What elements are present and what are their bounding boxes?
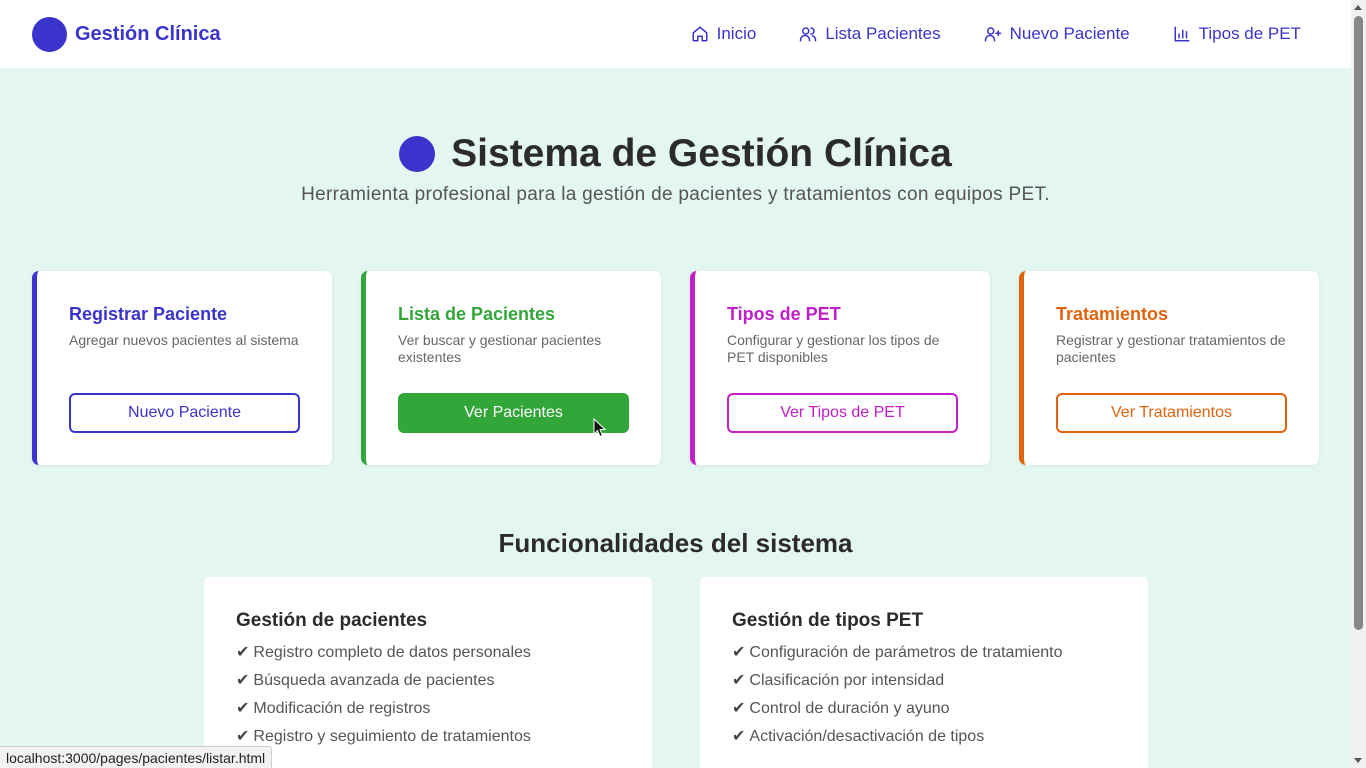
brand-logo-icon	[32, 16, 67, 52]
list-item: ✔ Modificación de registros	[236, 699, 531, 727]
users-icon	[800, 27, 817, 42]
card-tipos-pet: Tipos de PET Configurar y gestionar los …	[690, 271, 990, 465]
card-lista-pacientes: Lista de Pacientes Ver buscar y gestiona…	[361, 271, 661, 465]
card-description: Agregar nuevos pacientes al sistema	[69, 332, 299, 348]
nav-item-label: Lista Pacientes	[825, 24, 941, 43]
card-registrar-paciente: Registrar Paciente Agregar nuevos pacien…	[32, 271, 332, 465]
check-icon: ✔	[732, 728, 746, 745]
check-icon: ✔	[732, 700, 746, 717]
ver-tratamientos-button[interactable]: Ver Tratamientos	[1056, 393, 1287, 433]
card-title: Tratamientos	[1056, 304, 1169, 324]
nav-menu: Inicio Lista Pacientes Nuevo Paciente Ti…	[691, 24, 1319, 44]
scroll-down-icon[interactable]	[1354, 758, 1362, 763]
feature-card-tipos-pet: Gestión de tipos PET ✔ Configuración de p…	[700, 577, 1148, 768]
card-title: Registrar Paciente	[69, 304, 228, 324]
check-icon: ✔	[732, 644, 746, 661]
nav-item-label: Inicio	[716, 24, 757, 43]
feature-list: ✔ Configuración de parámetros de tratamie…	[732, 643, 1062, 755]
nav-item-inicio[interactable]: Inicio	[691, 24, 757, 44]
check-icon: ✔	[732, 672, 746, 689]
card-description: Ver buscar y gestionar pacientes existen…	[398, 332, 602, 365]
list-item-text: Activación/desactivación de tipos	[749, 728, 985, 745]
home-icon	[692, 26, 708, 42]
page-title: Sistema de Gestión Clínica	[451, 132, 952, 175]
list-item: ✔ Registro completo de datos personales	[236, 643, 531, 671]
nuevo-paciente-button[interactable]: Nuevo Paciente	[69, 393, 300, 433]
list-item-text: Búsqueda avanzada de pacientes	[253, 672, 495, 689]
hero-logo-icon	[399, 136, 436, 172]
list-item: ✔ Búsqueda avanzada de pacientes	[236, 671, 531, 699]
check-icon: ✔	[236, 672, 250, 689]
mouse-cursor-icon	[593, 418, 607, 438]
feature-list: ✔ Registro completo de datos personales ✔…	[236, 643, 531, 755]
check-icon: ✔	[236, 644, 250, 661]
card-title: Tipos de PET	[727, 304, 841, 324]
feature-title: Gestión de pacientes	[236, 610, 428, 631]
list-item-text: Configuración de parámetros de tratamien…	[749, 644, 1063, 661]
list-item-text: Registro y seguimiento de tratamientos	[253, 728, 531, 745]
list-item-text: Modificación de registros	[253, 700, 431, 717]
brand-title: Gestión Clínica	[75, 22, 221, 45]
list-item-text: Registro completo de datos personales	[253, 644, 531, 661]
card-title: Lista de Pacientes	[398, 304, 556, 324]
card-description: Configurar y gestionar los tipos de PET …	[727, 332, 940, 365]
user-plus-icon	[984, 27, 1001, 42]
hero-heading: Sistema de Gestión Clínica	[0, 132, 1351, 176]
link-status-bar: localhost:3000/pages/pacientes/listar.ht…	[0, 746, 273, 768]
nav-item-lista-pacientes[interactable]: Lista Pacientes	[799, 24, 941, 44]
brand-link[interactable]: Gestión Clínica	[32, 16, 221, 52]
nav-item-label: Tipos de PET	[1198, 24, 1301, 43]
scroll-up-icon[interactable]	[1354, 5, 1362, 10]
list-item-text: Clasificación por intensidad	[749, 672, 945, 689]
nav-item-nuevo-paciente[interactable]: Nuevo Paciente	[984, 24, 1130, 44]
list-item: ✔ Control de duración y ayuno	[732, 699, 1062, 727]
check-icon: ✔	[236, 700, 250, 717]
card-tratamientos: Tratamientos Registrar y gestionar trata…	[1019, 271, 1319, 465]
list-item: ✔ Registro y seguimiento de tratamientos	[236, 727, 531, 755]
features-heading: Funcionalidades del sistema	[498, 528, 853, 558]
page-scrollbar[interactable]	[1351, 0, 1366, 768]
ver-tipos-pet-button[interactable]: Ver Tipos de PET	[727, 393, 958, 433]
list-item-text: Control de duración y ayuno	[749, 700, 950, 717]
scrollbar-thumb[interactable]	[1354, 16, 1363, 630]
feature-card-pacientes: Gestión de pacientes ✔ Registro completo …	[204, 577, 652, 768]
navbar: Gestión Clínica Inicio Lista Pacientes N…	[0, 0, 1351, 68]
feature-title: Gestión de tipos PET	[732, 610, 924, 631]
card-description: Registrar y gestionar tratamientos de pa…	[1056, 332, 1286, 365]
bar-chart-icon	[1174, 26, 1190, 42]
check-icon: ✔	[236, 728, 250, 745]
nav-item-tipos-pet[interactable]: Tipos de PET	[1173, 24, 1301, 44]
nav-item-label: Nuevo Paciente	[1009, 24, 1130, 43]
list-item: ✔ Clasificación por intensidad	[732, 671, 1062, 699]
list-item: ✔ Activación/desactivación de tipos	[732, 727, 1062, 755]
list-item: ✔ Configuración de parámetros de tratamie…	[732, 643, 1062, 671]
page-subtitle: Herramienta profesional para la gestión …	[301, 184, 1050, 205]
